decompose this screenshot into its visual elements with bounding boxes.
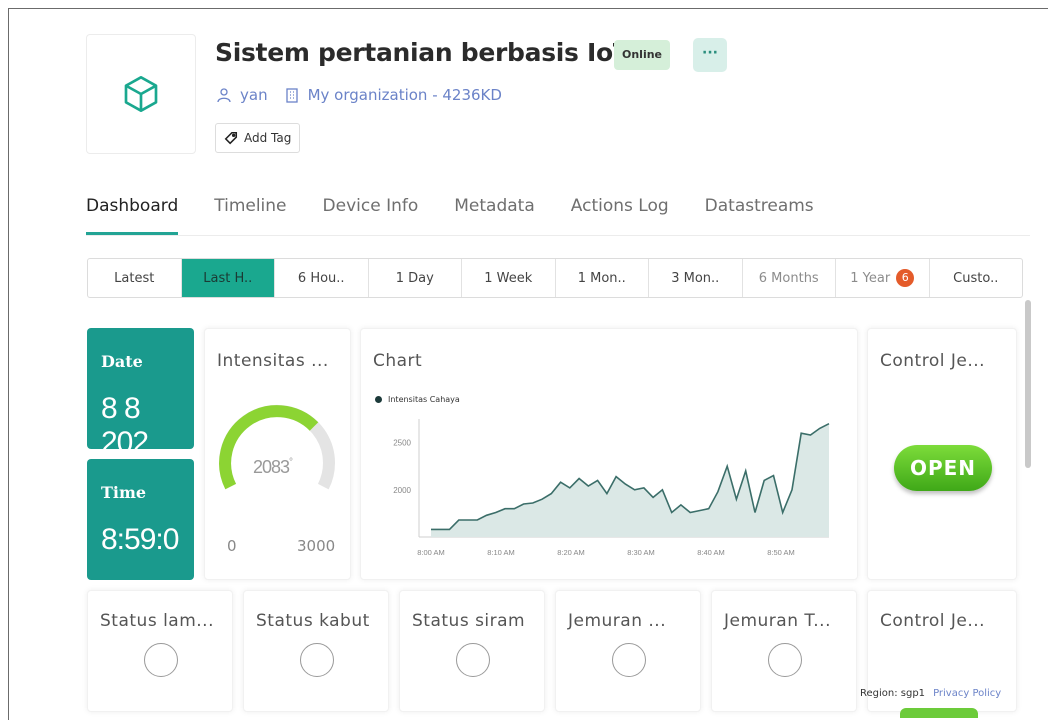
status-title-water: Status siram (412, 611, 526, 631)
legend-label: Intensitas Cahaya (388, 395, 460, 404)
range-1-year-label: 1 Year (850, 270, 891, 286)
range-custom[interactable]: Custo.. (930, 259, 1023, 297)
chart-legend: Intensitas Cahaya (375, 395, 460, 404)
x-tick-label: 8:50 AM (767, 548, 795, 557)
chart-title: Chart (373, 351, 423, 371)
status-led-lamp (144, 643, 178, 677)
range-3-months[interactable]: 3 Mon.. (649, 259, 743, 297)
x-tick-label: 8:30 AM (627, 548, 655, 557)
status-led-water (456, 643, 490, 677)
control-title: Control Je... (880, 351, 986, 371)
range-last-hour[interactable]: Last H.. (181, 259, 275, 297)
footer: Region: sgp1 Privacy Policy (860, 688, 1001, 699)
user-icon (216, 86, 234, 104)
tab-metadata[interactable]: Metadata (454, 192, 535, 235)
add-tag-label: Add Tag (244, 131, 292, 145)
notification-badge[interactable]: 6 (896, 269, 915, 287)
y-tick-label: 2000 (393, 486, 411, 495)
time-widget: Time 8:59:0 (87, 459, 194, 580)
status-led-clothesline-1 (612, 643, 646, 677)
device-meta: yan My organization - 4236KD (216, 86, 502, 104)
control-widget: Control Je... OPEN (867, 328, 1017, 580)
building-icon (284, 86, 302, 104)
tab-datastreams[interactable]: Datastreams (705, 192, 814, 235)
chart-plot: 2000 2500 8:00 AM 8:10 AM 8:20 AM 8:30 AM 8:40… (393, 419, 830, 557)
range-1-day[interactable]: 1 Day (369, 259, 462, 297)
tag-icon (224, 131, 238, 145)
x-tick-label: 8:20 AM (557, 548, 585, 557)
tab-timeline[interactable]: Timeline (214, 192, 286, 235)
range-1-year[interactable]: 1 Year 6 (836, 259, 930, 297)
organization-link[interactable]: My organization - 4236KD (308, 86, 502, 104)
status-title-clothesline-2: Jemuran T... (724, 611, 831, 631)
status-title-clothesline-1: Jemuran ... (568, 611, 667, 631)
status-widget-water: Status siram (399, 590, 545, 712)
gauge-max: 3000 (297, 537, 336, 555)
add-tag-button[interactable]: Add Tag (215, 123, 301, 153)
status-led-fog (300, 643, 334, 677)
gauge-widget: Intensitas ... 2083° 0 3000 (204, 328, 351, 580)
gauge-value: 2083° (253, 457, 293, 477)
region-label: Region: sgp1 (860, 688, 926, 699)
time-value: 8:59:0 (101, 523, 179, 556)
status-title-lamp: Status lam... (100, 611, 214, 631)
date-label: Date (101, 352, 143, 371)
date-value: 8 8 202 (101, 392, 149, 459)
control-title-2: Control Je... (880, 611, 986, 631)
device-title: Sistem pertanian berbasis IoT (215, 38, 630, 67)
time-range-selector: Latest Last H.. 6 Hou.. 1 Day 1 Week 1 M… (87, 258, 1023, 298)
date-widget: Date 8 8 202 (87, 328, 194, 459)
tab-dashboard[interactable]: Dashboard (86, 192, 179, 235)
series-area (431, 423, 829, 537)
range-1-month[interactable]: 1 Mon.. (556, 259, 649, 297)
owner-link[interactable]: yan (240, 86, 268, 104)
gauge-title: Intensitas ... (217, 351, 329, 371)
device-image (86, 34, 196, 154)
more-options-button[interactable]: ··· (693, 38, 727, 72)
status-widget-lamp: Status lam... (87, 590, 233, 712)
range-latest[interactable]: Latest (88, 259, 182, 297)
range-6-hours[interactable]: 6 Hou.. (275, 259, 369, 297)
status-widget-clothesline-2: Jemuran T... (711, 590, 857, 712)
x-tick-label: 8:00 AM (417, 548, 445, 557)
open-button[interactable]: OPEN (894, 445, 992, 491)
status-title-fog: Status kabut (256, 611, 370, 631)
range-6-months[interactable]: 6 Months (743, 259, 836, 297)
device-tabs: Dashboard Timeline Device Info Metadata … (86, 192, 1030, 236)
status-widget-clothesline-1: Jemuran ... (555, 590, 701, 712)
status-led-clothesline-2 (768, 643, 802, 677)
time-label: Time (101, 483, 147, 502)
x-tick-label: 8:10 AM (487, 548, 515, 557)
privacy-policy-link[interactable]: Privacy Policy (933, 688, 1001, 699)
gauge-min: 0 (227, 537, 237, 555)
status-widget-fog: Status kabut (243, 590, 389, 712)
scrollbar[interactable] (1025, 300, 1031, 468)
legend-marker (375, 396, 382, 403)
chart-widget: Chart Intensitas Cahaya 2000 2500 8:00 AM 8… (360, 328, 858, 580)
x-tick-label: 8:40 AM (697, 548, 725, 557)
y-tick-label: 2500 (393, 439, 411, 448)
open-button-2[interactable] (900, 708, 978, 718)
tab-actions-log[interactable]: Actions Log (571, 192, 669, 235)
range-1-week[interactable]: 1 Week (462, 259, 556, 297)
tab-device-info[interactable]: Device Info (323, 192, 419, 235)
online-status-badge: Online (614, 40, 671, 70)
cube-icon (124, 76, 158, 112)
